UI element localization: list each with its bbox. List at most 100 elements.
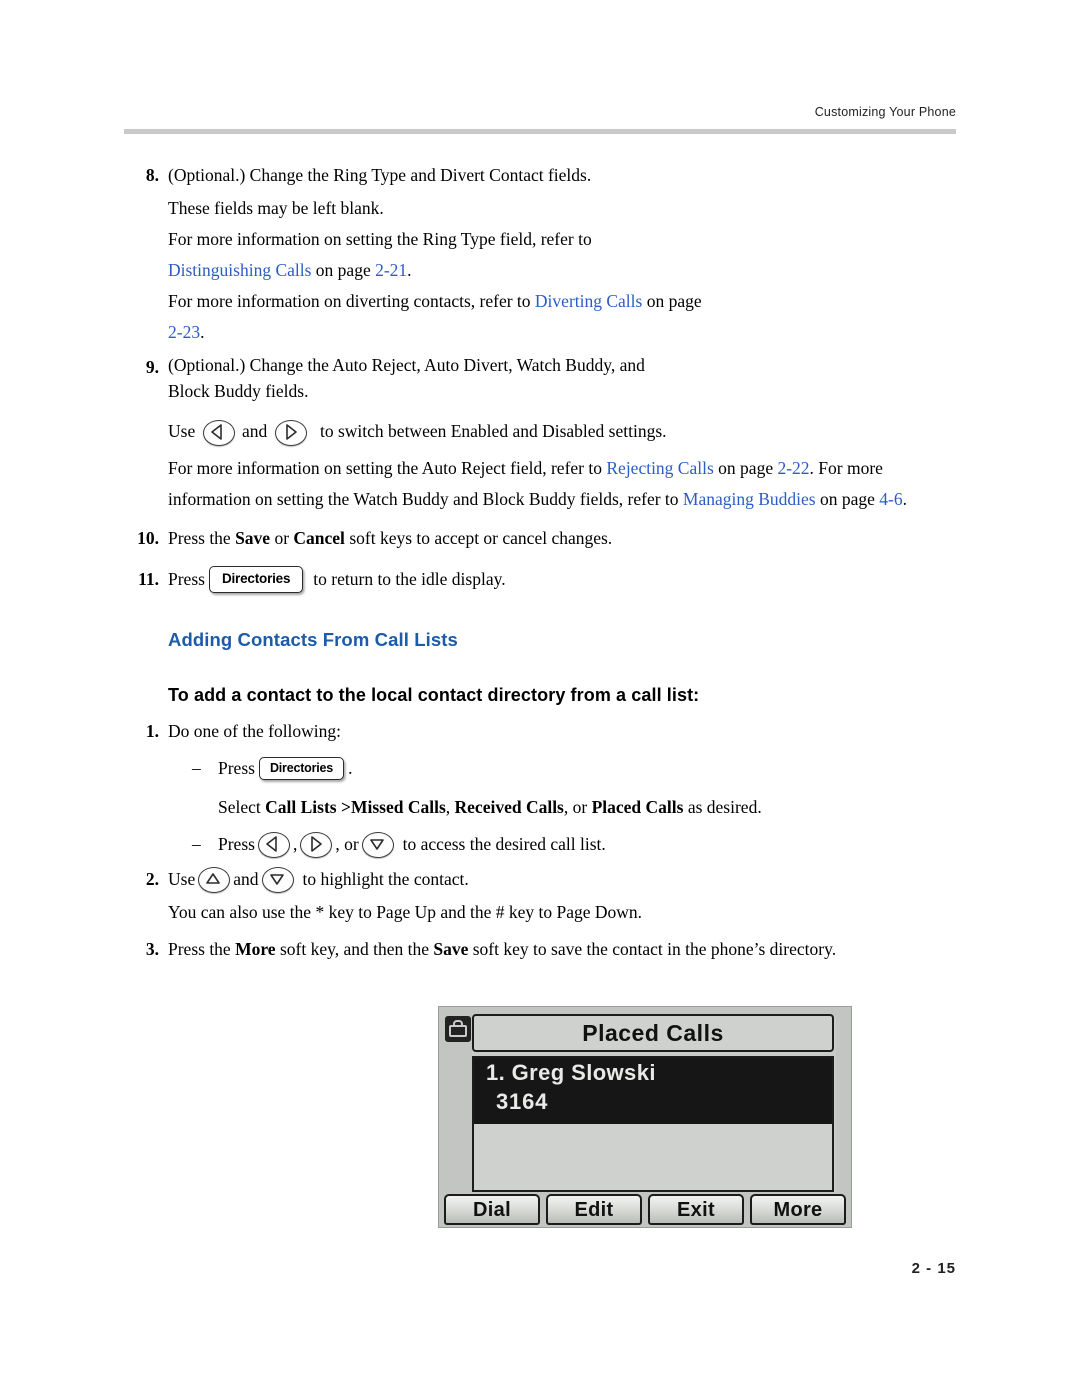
select-post: as desired. (683, 797, 762, 817)
link-page-2-21[interactable]: 2-21 (375, 260, 407, 280)
softkey-dial[interactable]: Dial (444, 1194, 540, 1225)
info-text-a: For more information on setting the Auto… (168, 458, 607, 478)
dash-2-pre: Press (218, 834, 255, 854)
step-10-pre: Press the (168, 528, 236, 548)
save-softkey-label: Save (235, 528, 271, 548)
step-11-number: 11. (138, 569, 159, 589)
use-tail-label: to switch between Enabled and Disabled s… (320, 421, 667, 441)
proc-step-3-number: 3. (145, 939, 159, 959)
info-text-e: . (902, 489, 907, 509)
proc-3-pre: Press the (168, 939, 236, 959)
subsection-heading: To add a contact to the local contact di… (168, 685, 700, 705)
link-managing-buddies[interactable]: Managing Buddies (683, 489, 816, 509)
down-arrow-key-icon-2[interactable] (261, 866, 294, 893)
select-sep-2: , or (563, 797, 592, 817)
link-distinguishing-calls[interactable]: Distinguishing Calls (168, 260, 311, 280)
dash-1-post: . (348, 758, 353, 778)
step-9: 9. (Optional.) Change the Auto Reject, A… (124, 352, 964, 404)
step-9-line-1: (Optional.) Change the Auto Reject, Auto… (168, 355, 645, 375)
proc-step-1-number: 1. (145, 721, 159, 741)
list-item[interactable]: 1. Greg Slowski 3164 (474, 1058, 832, 1124)
contact-name: 1. Greg Slowski (486, 1060, 656, 1085)
step-8-text: (Optional.) Change the Ring Type and Div… (168, 165, 592, 185)
link-page-2-22[interactable]: 2-22 (777, 458, 809, 478)
link-rejecting-calls[interactable]: Rejecting Calls (606, 458, 713, 478)
step-8-number: 8. (145, 165, 159, 185)
proc-dash-1: – Press Directories . (192, 753, 964, 784)
proc-2-note: You can also use the * key to Page Up an… (168, 902, 643, 922)
proc-step-2-number: 2. (145, 869, 159, 889)
link-page-4-6[interactable]: 4-6 (879, 489, 902, 509)
softkey-exit[interactable]: Exit (648, 1194, 744, 1225)
down-arrow-key-icon[interactable] (361, 831, 394, 858)
step-8-para-1: These fields may be left blank. (168, 198, 384, 218)
call-list: 1. Greg Slowski 3164 (472, 1056, 834, 1192)
menu-placed-calls: Placed Calls (591, 797, 684, 817)
running-head: Customizing Your Phone (814, 105, 956, 119)
select-pre: Select (218, 797, 266, 817)
proc-step-3: 3. Press the More soft key, and then the… (124, 934, 964, 965)
cancel-softkey-label: Cancel (293, 528, 345, 548)
more-softkey-label: More (235, 939, 276, 959)
proc-3-post: soft key to save the contact in the phon… (468, 939, 837, 959)
document-body: 8. (Optional.) Change the Ring Type and … (124, 160, 964, 967)
softkey-bar: Dial Edit Exit More (440, 1194, 850, 1225)
proc-step-2-text: Use and to highlight the contact. (168, 864, 964, 895)
proc-3-mid: soft key, and then the (275, 939, 434, 959)
contact-number: 3164 (496, 1089, 549, 1114)
proc-step-1-text: Do one of the following: (168, 721, 342, 741)
step-9-line-2: Block Buddy fields. (168, 381, 309, 401)
select-instruction: Select Call Lists >Missed Calls, Receive… (218, 794, 964, 821)
left-arrow-key-icon-2[interactable] (257, 831, 290, 858)
step-8-text-e: on page (642, 291, 702, 311)
step-8-text-d: For more information on diverting contac… (168, 291, 535, 311)
right-arrow-key-icon[interactable] (274, 419, 307, 446)
step-10-mid: or (270, 528, 294, 548)
voicemail-icon (445, 1016, 471, 1042)
proc-2-use: Use (168, 869, 196, 889)
step-9-use-row: Use and to switch between Enabled and Di… (168, 416, 964, 447)
section-heading: Adding Contacts From Call Lists (168, 629, 458, 650)
step-10-number: 10. (137, 528, 159, 548)
step-10-text: Press the Save or Cancel soft keys to ac… (168, 523, 964, 554)
phone-screen-figure: Placed Calls 1. Greg Slowski 3164 Dial E… (438, 1006, 852, 1228)
step-8: 8. (Optional.) Change the Ring Type and … (124, 160, 964, 191)
save-softkey-label-2: Save (433, 939, 469, 959)
dash-2-comma-2: , or (335, 834, 359, 854)
step-9-number: 9. (145, 357, 159, 377)
info-text-d: on page (815, 489, 880, 509)
menu-received-calls: Received Calls (454, 797, 564, 817)
right-arrow-key-icon-2[interactable] (300, 831, 333, 858)
menu-path-call-lists: Call Lists >Missed Calls (265, 797, 446, 817)
up-arrow-key-icon[interactable] (198, 866, 231, 893)
softkey-more[interactable]: More (750, 1194, 846, 1225)
step-11: 11. Press Directories to return to the i… (124, 564, 964, 595)
step-8-text-a: For more information on setting the Ring… (168, 229, 592, 249)
proc-2-and: and (233, 869, 259, 889)
left-arrow-key-icon[interactable] (202, 419, 235, 446)
step-8-text-f: . (200, 322, 205, 342)
step-9-info: For more information on setting the Auto… (168, 453, 964, 515)
dash-2-comma-1: , (292, 834, 298, 854)
proc-2-tail: to highlight the contact. (302, 869, 469, 889)
directories-key-icon-2[interactable]: Directories (258, 756, 345, 781)
screen-title: Placed Calls (472, 1014, 834, 1052)
step-8-text-b: on page (311, 260, 376, 280)
softkey-edit[interactable]: Edit (546, 1194, 642, 1225)
step-11-post: to return to the idle display. (313, 569, 506, 589)
dash-marker-2: – (192, 834, 201, 854)
directories-key-icon[interactable]: Directories (208, 566, 304, 593)
step-10-post: soft keys to accept or cancel changes. (344, 528, 613, 548)
link-page-2-23[interactable]: 2-23 (168, 322, 200, 342)
page-number: 2 - 15 (911, 1260, 956, 1277)
step-8-text-c: . (407, 260, 412, 280)
proc-step-3-text: Press the More soft key, and then the Sa… (168, 934, 964, 965)
step-10: 10. Press the Save or Cancel soft keys t… (124, 523, 964, 554)
link-diverting-calls[interactable]: Diverting Calls (535, 291, 642, 311)
select-sep-1: , (445, 797, 455, 817)
dash-marker-1: – (192, 758, 201, 778)
step-9-text: (Optional.) Change the Auto Reject, Auto… (168, 352, 964, 404)
proc-step-2: 2. Use and to highlight the contact. (124, 864, 964, 895)
proc-step-1: 1. Do one of the following: (124, 716, 964, 747)
and-label: and (241, 421, 268, 441)
